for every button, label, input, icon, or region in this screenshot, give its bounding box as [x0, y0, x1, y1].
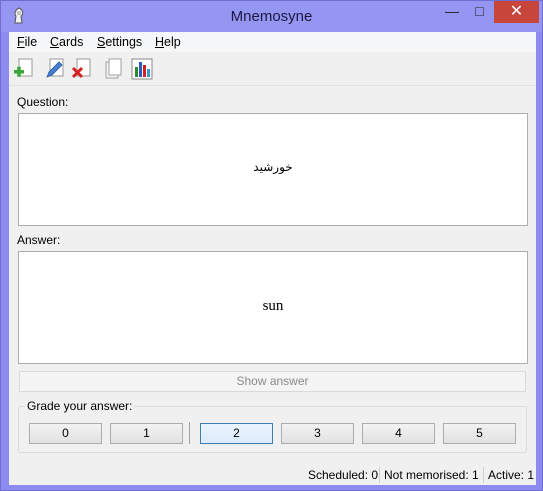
show-answer-button[interactable]: Show answer: [19, 371, 526, 392]
delete-card-button[interactable]: [70, 57, 94, 81]
add-card-button[interactable]: [12, 57, 36, 81]
browse-cards-icon: [105, 58, 122, 79]
browse-cards-button[interactable]: [101, 57, 125, 81]
question-display[interactable]: خورشيد: [18, 113, 528, 226]
status-scheduled: Scheduled: 0: [308, 468, 379, 482]
toolbar: [9, 52, 536, 86]
grade-legend: Grade your answer:: [25, 399, 135, 413]
question-label: Question:: [17, 95, 69, 109]
answer-text: sun: [262, 298, 284, 314]
grade-1-button[interactable]: 1: [110, 423, 183, 444]
minimize-icon: —: [445, 3, 459, 19]
grade-3-button[interactable]: 3: [281, 423, 354, 444]
minimize-button[interactable]: —: [438, 1, 466, 23]
add-card-icon: [14, 58, 33, 77]
maximize-button[interactable]: □: [466, 1, 493, 23]
status-active: Active: 1: [488, 468, 535, 482]
edit-card-icon: [46, 58, 64, 78]
answer-label: Answer:: [17, 233, 61, 247]
status-separator: [483, 467, 484, 483]
maximize-icon: □: [475, 3, 484, 19]
app-window: Mnemosyne — □ ✕ File Cards Settings Help: [0, 0, 543, 491]
menu-help[interactable]: Help: [155, 35, 181, 49]
menu-settings[interactable]: Settings: [97, 35, 142, 49]
status-bar: Scheduled: 0 Not memorised: 1 Active: 1: [9, 465, 536, 485]
statistics-button[interactable]: [130, 57, 154, 81]
grade-4-button[interactable]: 4: [362, 423, 435, 444]
statistics-icon: [131, 58, 153, 80]
delete-card-icon: [71, 58, 91, 79]
main-area: File Cards Settings Help Question: خورشي…: [9, 32, 536, 485]
grade-2-button[interactable]: 2: [200, 423, 273, 444]
grade-5-button[interactable]: 5: [443, 423, 516, 444]
answer-display[interactable]: sun: [18, 251, 528, 364]
menu-file[interactable]: File: [17, 35, 37, 49]
close-button[interactable]: ✕: [494, 1, 539, 23]
status-not-memorised: Not memorised: 1: [384, 468, 479, 482]
close-icon: ✕: [509, 3, 524, 20]
menu-bar: File Cards Settings Help: [9, 32, 536, 52]
status-separator: [379, 467, 380, 483]
title-bar[interactable]: Mnemosyne — □ ✕: [1, 1, 542, 32]
edit-card-button[interactable]: [43, 57, 67, 81]
grade-0-button[interactable]: 0: [29, 423, 102, 444]
grade-separator: [189, 422, 190, 444]
menu-cards[interactable]: Cards: [50, 35, 83, 49]
question-text: خورشيد: [253, 160, 293, 174]
